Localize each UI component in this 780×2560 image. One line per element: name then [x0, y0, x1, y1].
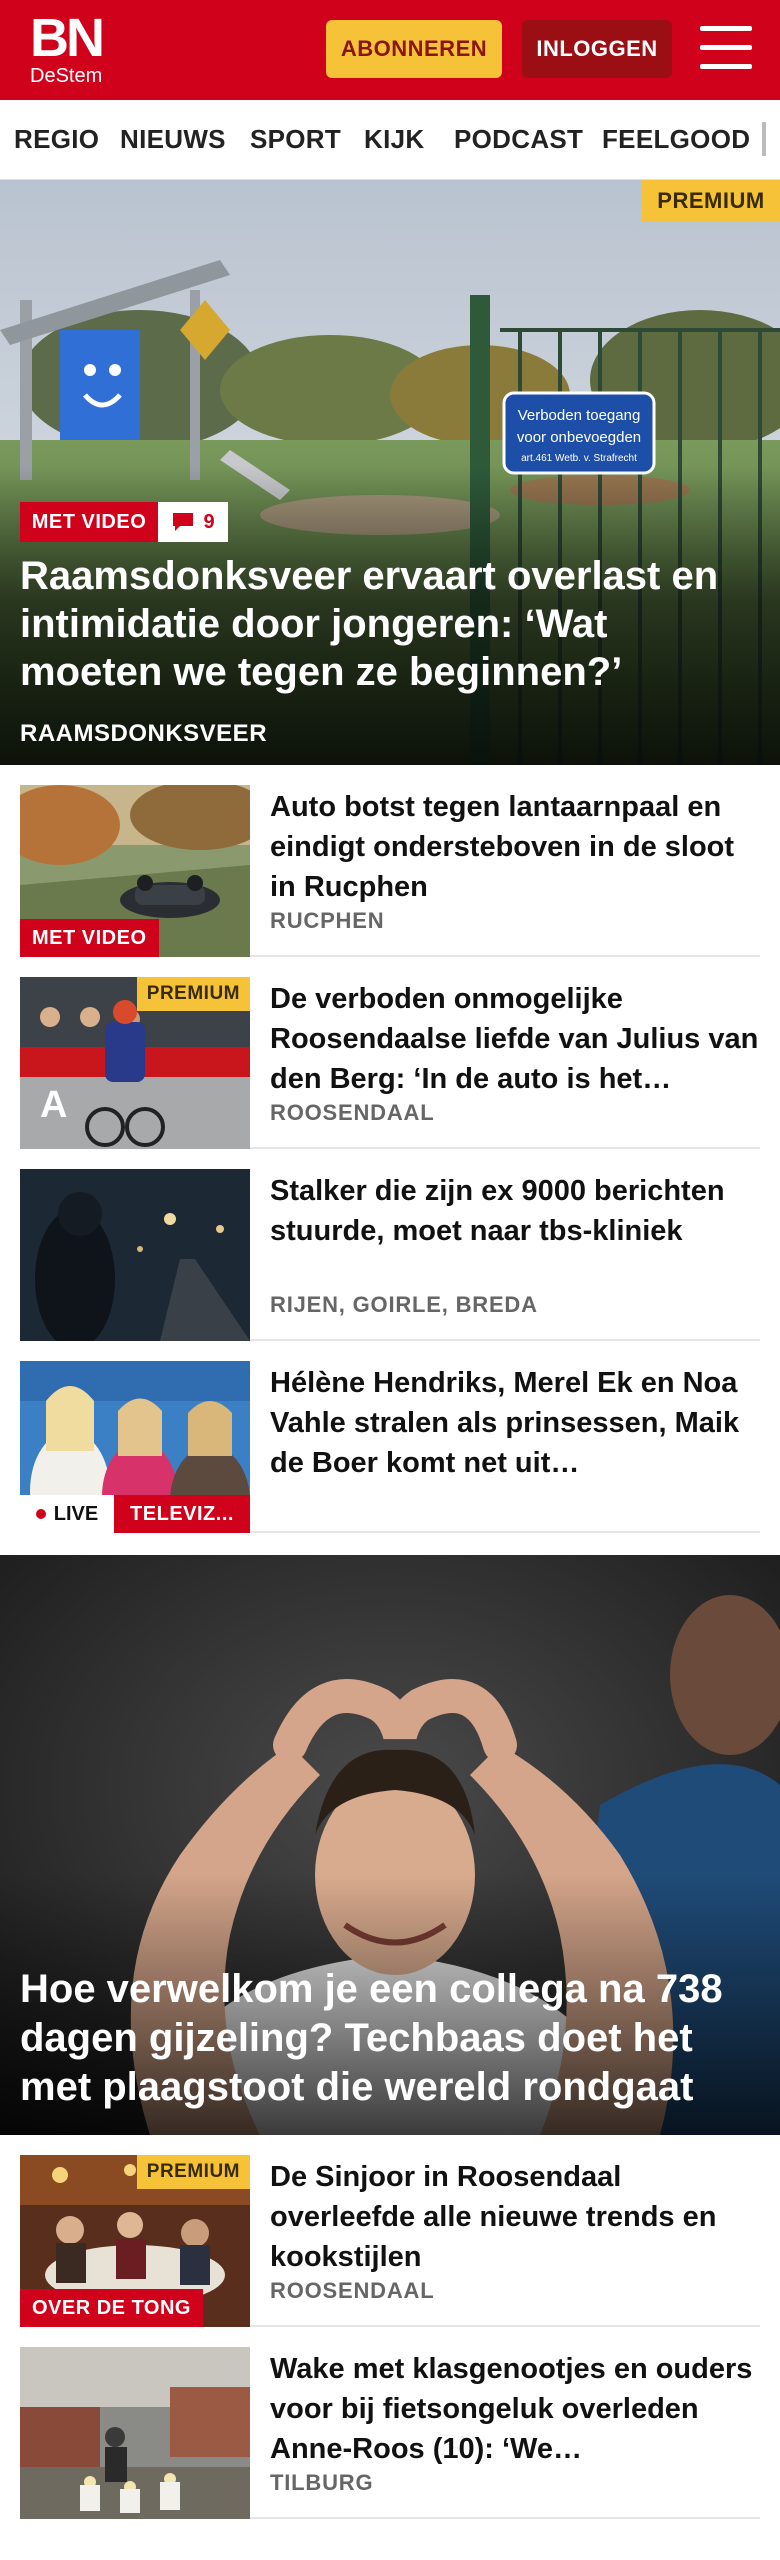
sign-text-1: Verboden toegang — [518, 407, 641, 424]
category-badge: TELEVIZ... — [114, 1495, 250, 1533]
article-title[interactable]: Wake met klasgenootjes en ouders voor bi… — [270, 2349, 760, 2469]
article-title[interactable]: De Sinjoor in Roosendaal overleefde alle… — [270, 2157, 760, 2277]
article-title[interactable]: Stalker die zijn ex 9000 berichten stuur… — [270, 1171, 760, 1251]
article-item[interactable]: Wake met klasgenootjes en ouders voor bi… — [20, 2327, 760, 2519]
hamburger-menu-icon[interactable] — [700, 26, 752, 70]
nav-item-regio[interactable]: REGIO — [14, 100, 99, 178]
article-location: RUCPHEN — [270, 908, 385, 933]
article-thumbnail — [20, 2347, 250, 2519]
live-badge: LIVE — [20, 1495, 114, 1533]
subscribe-button[interactable]: ABONNEREN — [326, 20, 502, 78]
site-logo[interactable]: BN DeStem — [30, 8, 105, 87]
hero-title[interactable]: Raamsdonksveer ervaart overlast en intim… — [20, 552, 760, 696]
article-item[interactable]: MET VIDEO Auto botst tegen lantaarnpaal … — [20, 765, 760, 957]
article-location: TILBURG — [270, 2470, 374, 2495]
live-dot-icon — [35, 1509, 46, 1519]
svg-text:A: A — [40, 1084, 67, 1126]
hero-location: RAAMSDONKSVEER — [20, 720, 268, 747]
video-badge: MET VIDEO — [20, 919, 159, 957]
comment-count-badge[interactable]: 9 — [158, 502, 228, 542]
article-item[interactable]: LIVE TELEVIZ... Hélène Hendriks, Merel E… — [20, 1341, 760, 1533]
article-thumbnail: PREMIUM OVER DE TONG — [20, 2155, 250, 2327]
article-location: RIJEN, GOIRLE, BREDA — [270, 1292, 538, 1317]
article-location: ROOSENDAAL — [270, 1100, 435, 1125]
logo-sub-text: DeStem — [30, 65, 103, 87]
logo-main-text: BN — [30, 8, 105, 68]
premium-badge: PREMIUM — [136, 977, 250, 1011]
nav-item-nieuws[interactable]: NIEUWS — [120, 100, 226, 178]
site-header: BN DeStem ABONNEREN INLOGGEN — [0, 0, 780, 100]
article-item[interactable]: A PREMIUM De verboden onmogelijke Roosen… — [20, 957, 760, 1149]
nav-item-kijk[interactable]: KIJK — [364, 100, 424, 178]
nav-overflow-indicator — [762, 122, 766, 156]
article-title[interactable]: De verboden onmogelijke Roosendaalse lie… — [270, 979, 760, 1099]
article-item[interactable]: PREMIUM OVER DE TONG De Sinjoor in Roose… — [20, 2135, 760, 2327]
nav-item-feelgood[interactable]: FEELGOOD — [602, 100, 750, 178]
article-item[interactable]: Stalker die zijn ex 9000 berichten stuur… — [20, 1149, 760, 1341]
hero-article[interactable]: Hoe verwelkom je een collega na 738 dage… — [0, 1555, 780, 2135]
premium-badge: PREMIUM — [136, 2155, 250, 2189]
article-thumbnail: LIVE TELEVIZ... — [20, 1361, 250, 1533]
hero-title[interactable]: Hoe verwelkom je een collega na 738 dage… — [20, 1965, 765, 2112]
sign-text-2: voor onbevoegden — [517, 429, 641, 446]
article-thumbnail — [20, 1169, 250, 1341]
category-badge: OVER DE TONG — [20, 2289, 203, 2327]
article-thumbnail: MET VIDEO — [20, 785, 250, 957]
premium-badge: PREMIUM — [642, 180, 780, 222]
article-thumbnail: A PREMIUM — [20, 977, 250, 1149]
login-button[interactable]: INLOGGEN — [522, 20, 672, 78]
comment-icon — [173, 513, 194, 531]
hero-article[interactable]: Verboden toegang voor onbevoegden art.46… — [0, 180, 780, 765]
sign-text-3: art.461 Wetb. v. Strafrecht — [521, 453, 637, 464]
article-title[interactable]: Auto botst tegen lantaarnpaal en eindigt… — [270, 787, 760, 907]
nav-item-podcast[interactable]: PODCAST — [454, 100, 583, 178]
nav-item-sport[interactable]: SPORT — [250, 100, 341, 178]
article-title[interactable]: Hélène Hendriks, Merel Ek en Noa Vahle s… — [270, 1363, 760, 1483]
section-nav: REGIO NIEUWS SPORT KIJK PODCAST FEELGOOD — [0, 100, 780, 180]
video-badge: MET VIDEO — [20, 502, 158, 542]
live-label: LIVE — [53, 1502, 99, 1525]
article-location: ROOSENDAAL — [270, 2278, 435, 2303]
comment-count: 9 — [203, 510, 215, 533]
